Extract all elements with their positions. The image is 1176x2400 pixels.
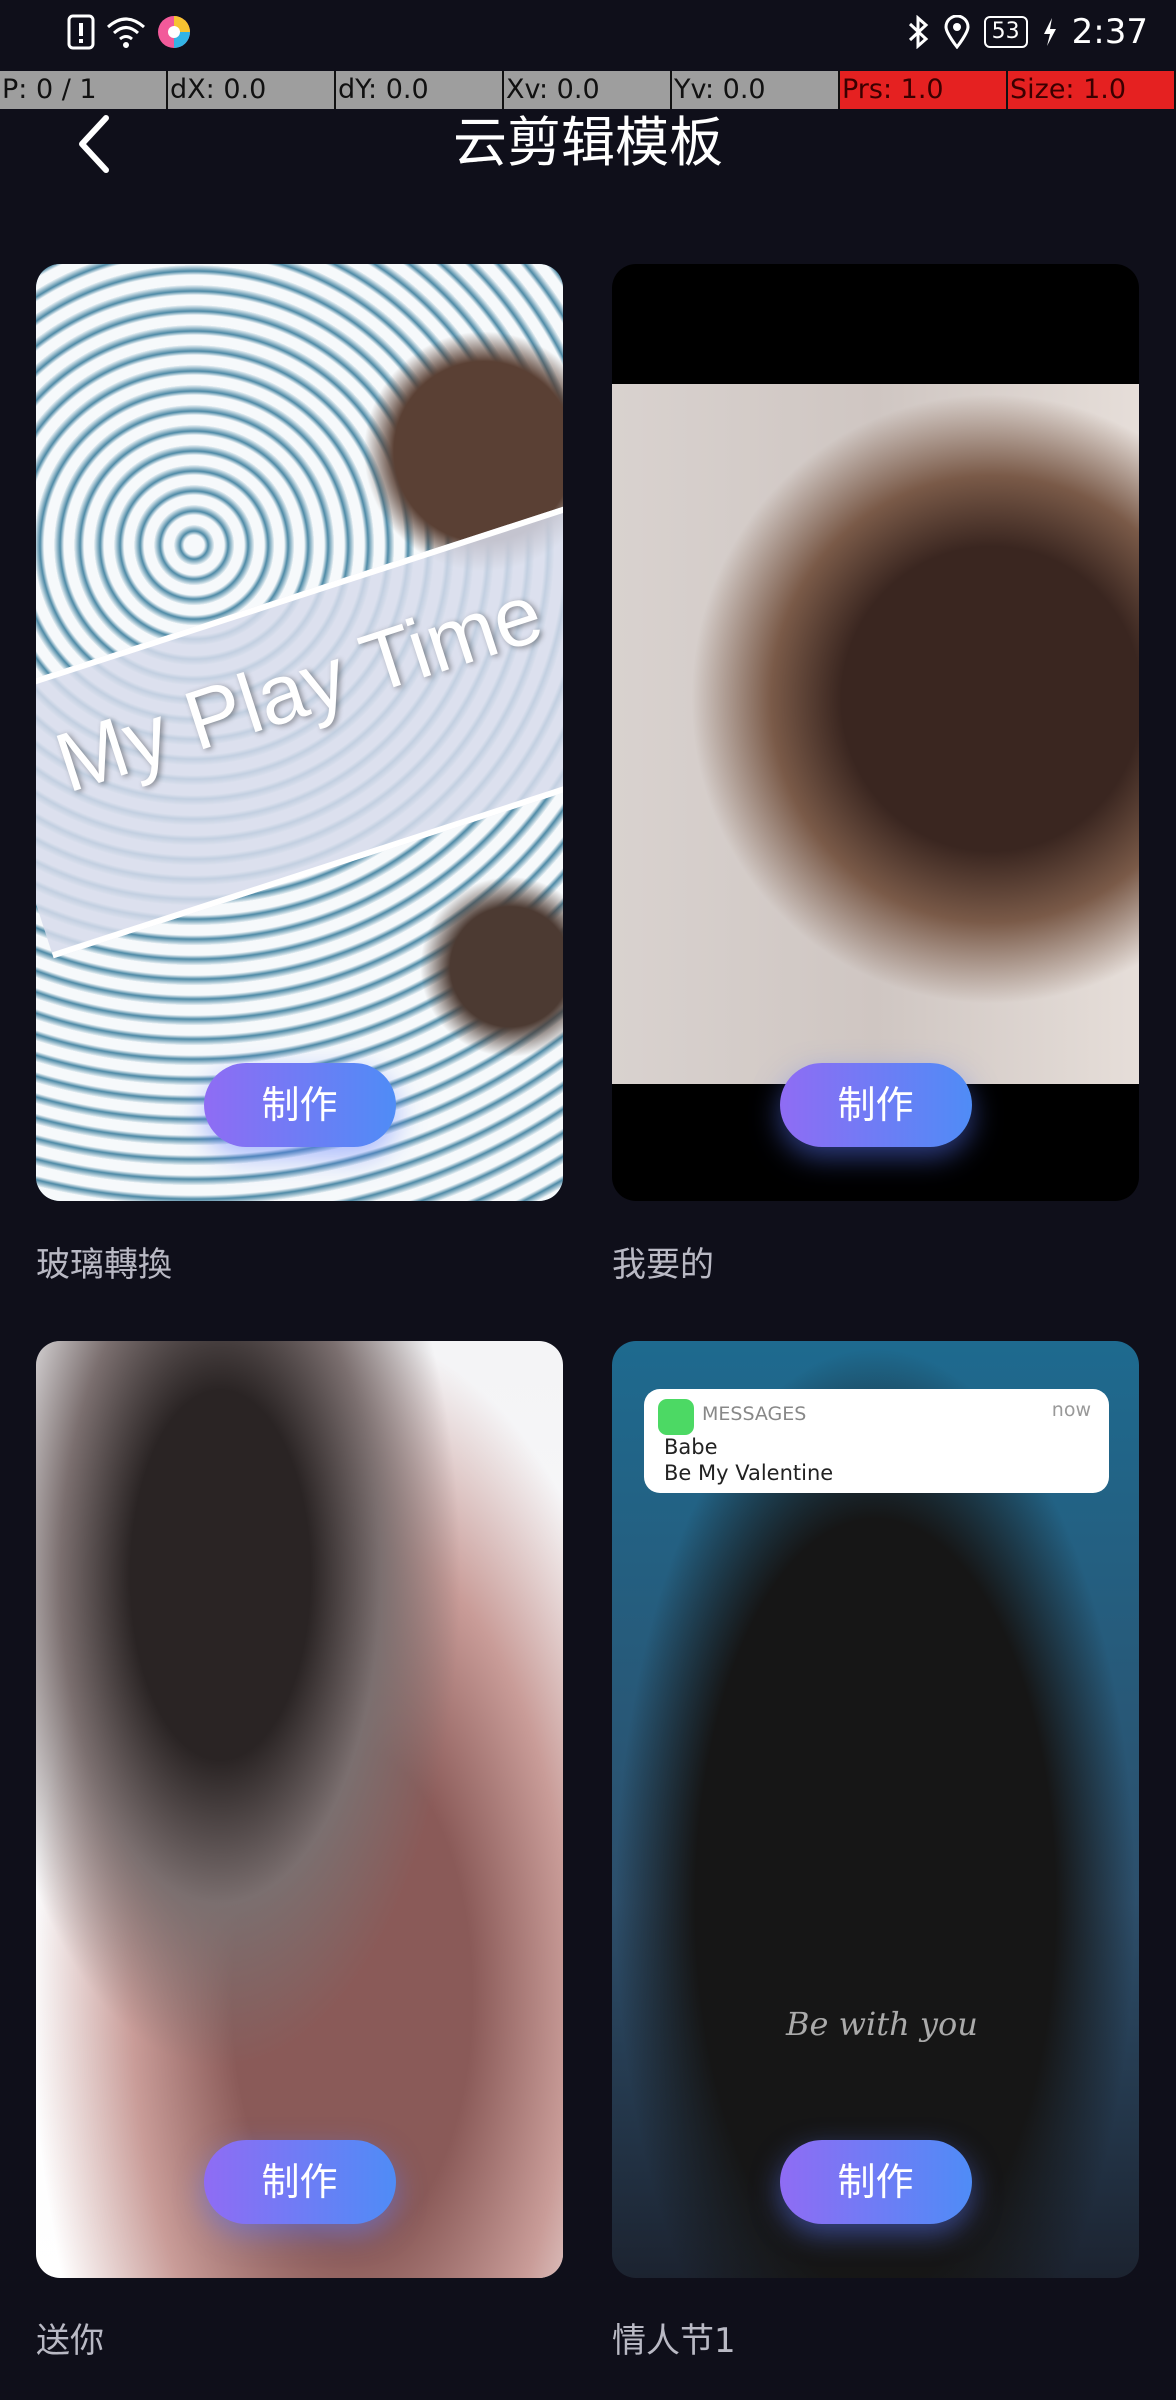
debug-yv: Yv: 0.0 [672,71,840,109]
clock: 2:37 [1071,12,1148,52]
template-card-2[interactable]: 制作 [612,264,1139,1201]
template-label: 送你 [36,2321,104,2361]
battery-indicator: 53 [983,16,1028,48]
app-color-icon [158,16,190,48]
notification-sender: Babe [664,1435,718,1459]
template-caption: Be with you [786,2005,978,2043]
location-icon [944,15,970,49]
template-label: 玻璃轉換 [36,1245,172,1285]
template-preview-image [36,1341,563,2278]
template-card-4[interactable]: MESSAGES now Babe Be My Valentine Be wit… [612,1341,1139,2278]
debug-xv: Xv: 0.0 [504,71,672,109]
template-card-3[interactable]: 制作 [36,1341,563,2278]
debug-dx: dX: 0.0 [168,71,336,109]
debug-pointer: P: 0 / 1 [0,71,168,109]
page-header: 云剪辑模板 [0,108,1176,178]
template-label: 情人节1 [612,2321,736,2361]
message-notification: MESSAGES now Babe Be My Valentine [644,1389,1109,1493]
make-button[interactable]: 制作 [779,2140,972,2224]
wifi-icon [107,17,145,48]
messages-app-icon [658,1399,694,1435]
notification-time: now [1051,1399,1091,1421]
page-title: 云剪辑模板 [453,111,723,174]
make-button[interactable]: 制作 [779,1063,972,1147]
notification-app-name: MESSAGES [702,1403,807,1425]
make-button[interactable]: 制作 [203,1063,396,1147]
bluetooth-icon [908,15,928,49]
charging-icon [1043,18,1056,46]
pointer-debug-bar: P: 0 / 1 dX: 0.0 dY: 0.0 Xv: 0.0 Yv: 0.0… [0,71,1176,109]
status-bar: 53 2:37 [0,0,1176,68]
make-button[interactable]: 制作 [203,2140,396,2224]
debug-size: Size: 1.0 [1008,71,1176,109]
notification-alert-icon [67,14,95,50]
template-preview-image [612,384,1139,1084]
template-card-1[interactable]: My Play Time 制作 [36,264,563,1201]
template-label: 我要的 [612,1245,714,1285]
notification-message: Be My Valentine [664,1461,834,1485]
debug-dy: dY: 0.0 [336,71,504,109]
debug-pressure: Prs: 1.0 [840,71,1008,109]
